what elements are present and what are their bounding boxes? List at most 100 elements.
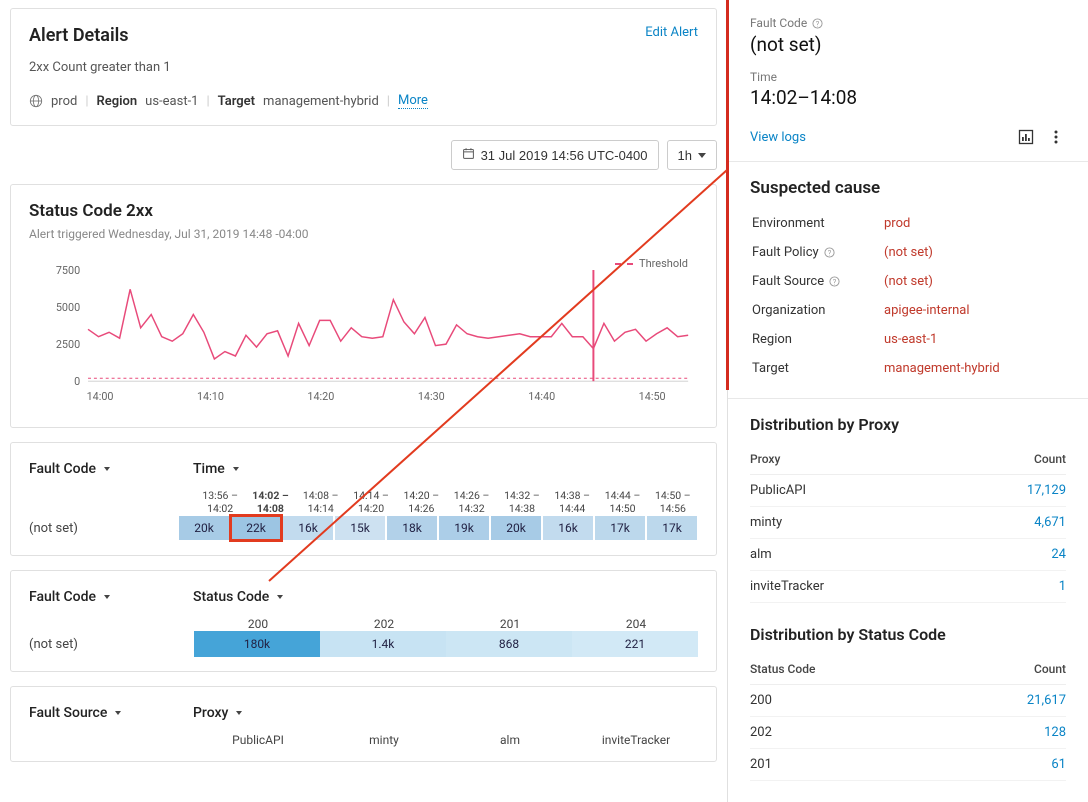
threshold-label: Threshold [639,257,688,270]
facet-col-dropdown[interactable]: Time [193,461,239,477]
date-picker-button[interactable]: 31 Jul 2019 14:56 UTC-0400 [451,140,659,170]
suspected-cause-section: Suspected cause Environment prodFault Po… [728,162,1088,399]
chart-icon[interactable] [1016,127,1036,147]
time-cell[interactable]: 15k [334,515,386,541]
facet-proxy-card: Fault Source Proxy PublicAPImintyalminvi… [10,686,717,762]
time-col-header: 14:20 –14:26 [396,489,446,515]
svg-text:14:50: 14:50 [639,390,666,403]
time-col-header: 14:50 –14:56 [648,489,698,515]
env-value: prod [51,94,77,109]
dist-row: 20161 [750,749,1066,781]
alert-meta: prod | Region us-east-1 | Target managem… [29,93,698,109]
dist-count[interactable]: 1 [957,571,1066,603]
dist-row: 202128 [750,717,1066,749]
svg-text:7500: 7500 [56,264,80,277]
chart-title: Status Code 2xx [29,201,698,221]
range-dropdown[interactable]: 1h [667,140,717,170]
caret-down-icon [104,467,110,471]
time-cell[interactable]: 17k [646,515,698,541]
edit-alert-link[interactable]: Edit Alert [645,25,698,40]
suspected-title: Suspected cause [750,178,1066,198]
time-col-header: 14:26 –14:32 [446,489,496,515]
kv-key: Fault Policy ? [752,239,882,266]
time-cell[interactable]: 20k [490,515,542,541]
dist-key: minty [750,507,957,539]
kv-key: Region [752,326,882,353]
facet-row-dropdown[interactable]: Fault Code [29,461,157,477]
dist-count[interactable]: 24 [957,539,1066,571]
help-icon[interactable]: ? [824,247,835,258]
help-icon[interactable]: ? [829,276,840,287]
dist-col2: Count [948,654,1066,685]
dist-count[interactable]: 61 [948,749,1066,781]
time-cell[interactable]: 18k [386,515,438,541]
dist-key: alm [750,539,957,571]
dist-status-table: Status CodeCount20021,61720212820161 [750,654,1066,781]
help-icon[interactable]: ? [812,18,823,29]
kv-key: Organization [752,297,882,324]
time-cell[interactable]: 17k [594,515,646,541]
time-cell[interactable]: 20k [178,515,230,541]
status-col-header: 204 [573,617,699,631]
time-cell[interactable]: 16k [282,515,334,541]
dist-count[interactable]: 21,617 [948,685,1066,717]
facet-row-dropdown-3[interactable]: Fault Source [29,705,157,721]
facet-col-dropdown-3[interactable]: Proxy [193,705,242,721]
time-col-header: 14:02 –14:08 [245,489,295,515]
dist-proxy-title: Distribution by Proxy [750,415,1066,434]
suspected-kv-table: Environment prodFault Policy ?(not set)F… [750,208,1066,384]
status-chart-card: Status Code 2xx Alert triggered Wednesda… [10,184,717,428]
facet-col-dropdown-2[interactable]: Status Code [193,589,283,605]
status-col-header: 201 [447,617,573,631]
proxy-headers: PublicAPImintyalminviteTracker [195,733,698,747]
caret-down-icon [233,467,239,471]
kv-row: Fault Policy ?(not set) [752,239,1064,266]
facet-time-card: Fault Code Time 13:56 –14:0214:02 –14:08… [10,442,717,556]
dist-row: inviteTracker1 [750,571,1066,603]
caret-down-icon [277,595,283,599]
caret-down-icon [115,711,121,715]
kv-row: Target management-hybrid [752,355,1064,382]
status-cell[interactable]: 1.4k [320,631,446,657]
time-cell[interactable]: 22k [230,515,282,541]
view-logs-link[interactable]: View logs [750,130,806,145]
svg-text:14:00: 14:00 [87,390,114,403]
time-col-header: 14:14 –14:20 [346,489,396,515]
globe-icon [29,94,43,108]
caret-down-icon [236,711,242,715]
dist-row: PublicAPI17,129 [750,475,1066,507]
kv-key: Environment [752,210,882,237]
status-headers: 200202201204 [195,617,698,631]
time-cell[interactable]: 16k [542,515,594,541]
dist-status-title: Distribution by Status Code [750,625,1066,644]
status-cell[interactable]: 221 [572,631,698,657]
region-value: us-east-1 [145,94,198,109]
side-fault-code-value: (not set) [750,33,1066,56]
svg-text:14:40: 14:40 [528,390,555,403]
alert-title: Alert Details [29,25,129,46]
more-link[interactable]: More [398,93,428,109]
region-label: Region [97,94,138,109]
more-menu-icon[interactable] [1046,127,1066,147]
kv-value: (not set) [884,239,1064,266]
facet-row-dropdown-2[interactable]: Fault Code [29,589,157,605]
dist-count[interactable]: 17,129 [957,475,1066,507]
time-col-header: 13:56 –14:02 [195,489,245,515]
dist-count[interactable]: 128 [948,717,1066,749]
status-cell[interactable]: 868 [446,631,572,657]
dist-status-section: Distribution by Status Code Status CodeC… [728,617,1088,795]
svg-text:14:10: 14:10 [197,390,224,403]
status-cell[interactable]: 180k [194,631,320,657]
dist-count[interactable]: 4,671 [957,507,1066,539]
svg-text:14:30: 14:30 [418,390,445,403]
controls-row: 31 Jul 2019 14:56 UTC-0400 1h [10,140,717,170]
dist-proxy-section: Distribution by Proxy ProxyCountPublicAP… [728,399,1088,617]
svg-text:?: ? [816,19,820,28]
dist-key: 201 [750,749,948,781]
time-cell[interactable]: 19k [438,515,490,541]
facet-row-label: (not set) [29,521,178,536]
time-headers: 13:56 –14:0214:02 –14:0814:08 –14:1414:1… [195,489,698,515]
dist-key: 202 [750,717,948,749]
svg-text:14:20: 14:20 [307,390,334,403]
side-fault-code-label: Fault Code [750,16,807,30]
